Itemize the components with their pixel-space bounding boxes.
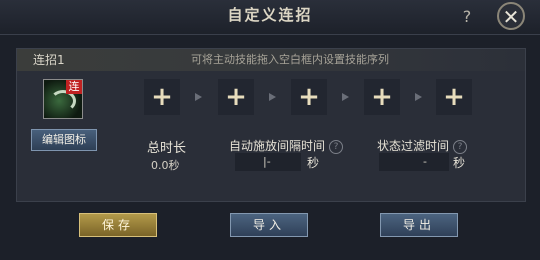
- arrow-right-icon: [269, 93, 276, 101]
- combo-name: 连招1: [33, 53, 65, 67]
- auto-interval-unit: 秒: [307, 156, 320, 170]
- combo-badge: 连: [66, 80, 82, 94]
- import-button[interactable]: 导入: [230, 213, 308, 237]
- filter-time-unit: 秒: [453, 156, 466, 170]
- combo-skill-icon[interactable]: 连: [43, 79, 83, 119]
- skill-slot-1[interactable]: +: [144, 79, 180, 115]
- filter-time-label-text: 状态过滤时间: [377, 139, 450, 153]
- filter-time-input[interactable]: -: [379, 153, 449, 171]
- skill-slot-4[interactable]: +: [364, 79, 400, 115]
- combo-panel: 连招1 可将主动技能拖入空白框内设置技能序列 连 编辑图标 + + + + + …: [16, 48, 526, 202]
- total-time-label: 总时长: [147, 141, 187, 156]
- auto-interval-input[interactable]: |-: [235, 153, 301, 171]
- combo-header: 连招1 可将主动技能拖入空白框内设置技能序列: [17, 49, 525, 71]
- skill-slot-2[interactable]: +: [218, 79, 254, 115]
- edit-icon-button[interactable]: 编辑图标: [31, 129, 97, 151]
- combo-hint: 可将主动技能拖入空白框内设置技能序列: [191, 53, 389, 66]
- export-button[interactable]: 导出: [380, 213, 458, 237]
- filter-time-label: 状态过滤时间?: [377, 137, 468, 154]
- arrow-right-icon: [415, 93, 422, 101]
- close-button[interactable]: ✕: [497, 2, 525, 30]
- auto-interval-label: 自动施放间隔时间?: [229, 137, 344, 154]
- help-icon[interactable]: ?: [456, 6, 478, 28]
- skill-slot-3[interactable]: +: [291, 79, 327, 115]
- total-time-value: 0.0秒: [151, 159, 180, 172]
- save-button[interactable]: 保存: [79, 213, 157, 237]
- help-icon[interactable]: ?: [453, 139, 468, 154]
- arrow-right-icon: [195, 93, 202, 101]
- arrow-right-icon: [342, 93, 349, 101]
- skill-slot-5[interactable]: +: [436, 79, 472, 115]
- help-icon[interactable]: ?: [329, 139, 344, 154]
- auto-interval-label-text: 自动施放间隔时间: [229, 139, 326, 153]
